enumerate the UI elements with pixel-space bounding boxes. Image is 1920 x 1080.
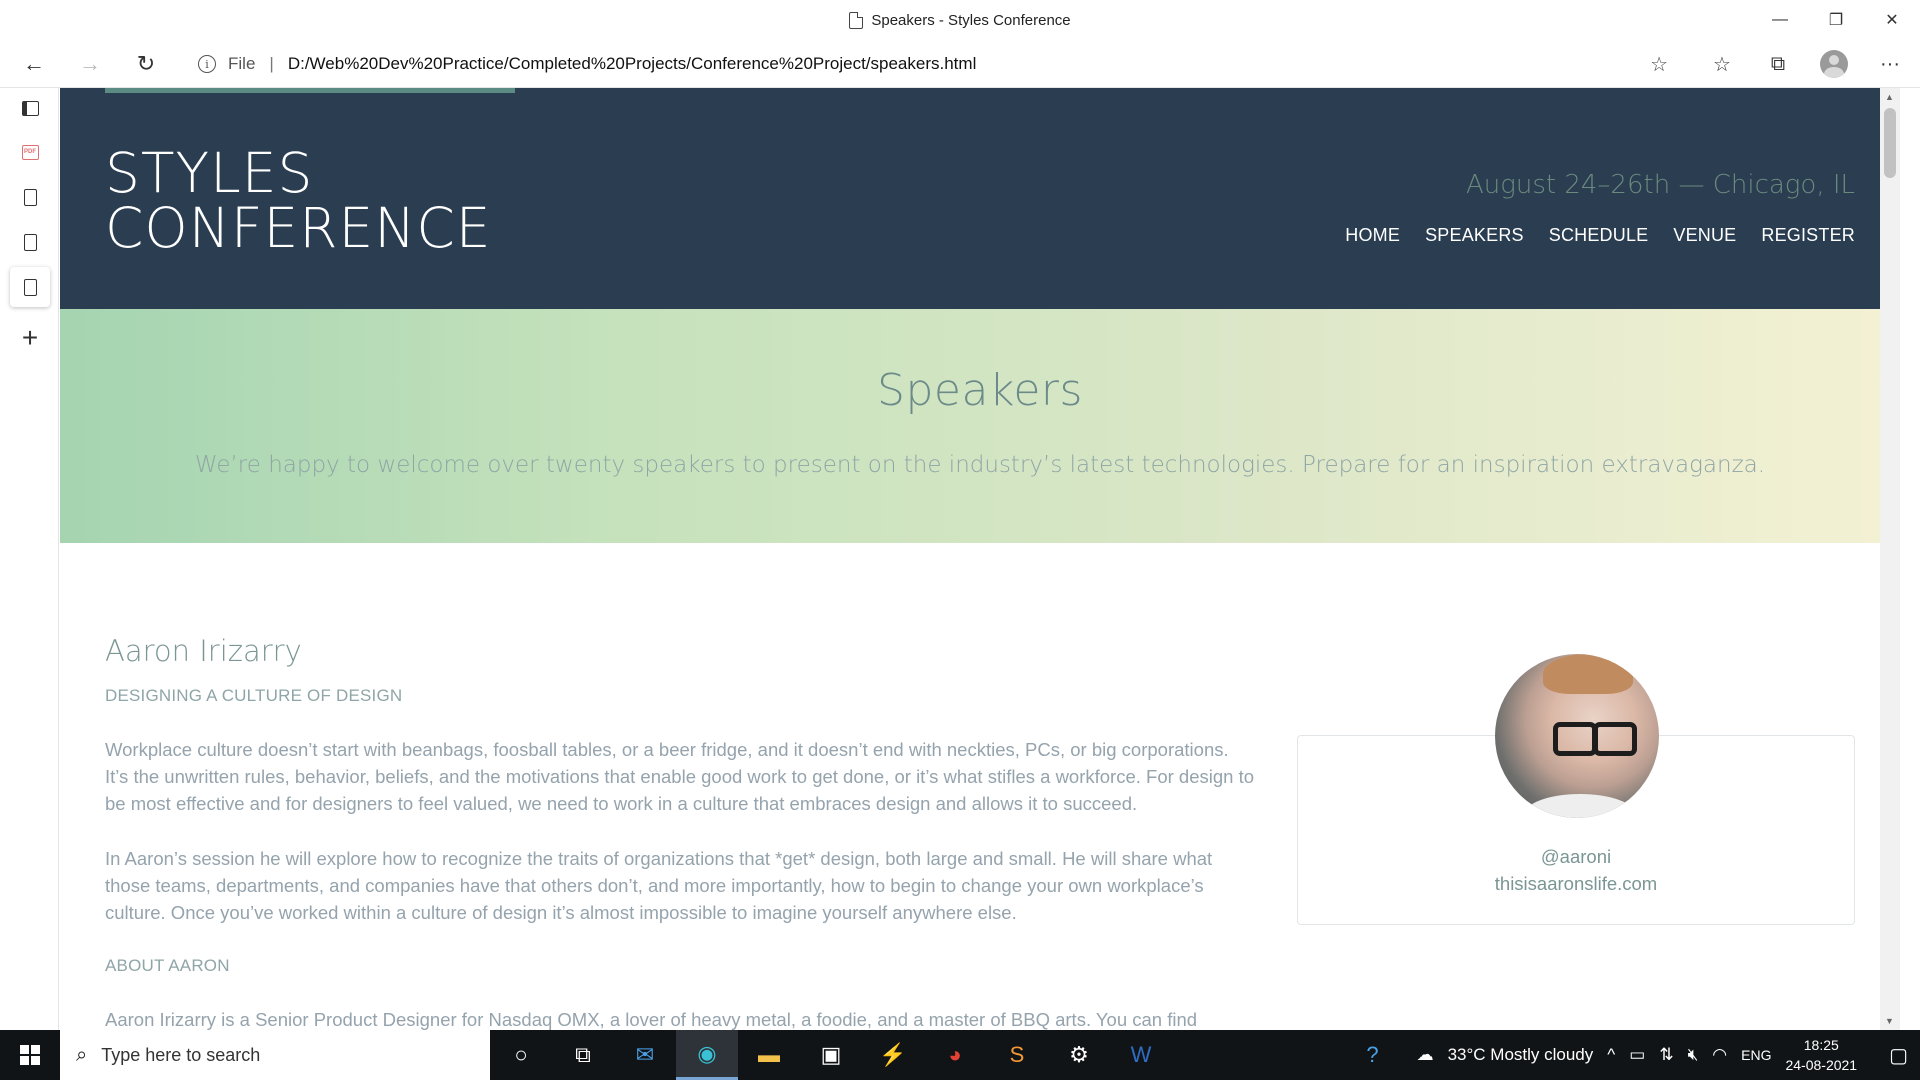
url-scheme: File [228,54,256,73]
edge-icon[interactable]: ◉ [676,1030,738,1080]
avatar-icon [1820,50,1848,78]
speaker-website-link[interactable]: thisisaaronslife.com [1297,873,1855,895]
plus-icon: + [21,322,39,353]
back-button[interactable]: ← [12,44,56,84]
page-icon [23,233,37,251]
page-icon [23,278,37,296]
talk-title: DESIGNING A CULTURE OF DESIGN [105,686,403,705]
tab-page-2[interactable] [10,222,50,262]
weather-icon: ☁ [1416,1045,1434,1064]
clock-date: 24-08-2021 [1785,1057,1858,1073]
forward-button[interactable]: → [68,44,112,84]
talk-description-1: Workplace culture doesn’t start with bea… [105,739,1255,814]
taskbar-search[interactable]: ⌕ Type here to search [60,1030,490,1080]
window-controls: — ❐ ✕ [1752,0,1920,40]
logo-line-2: CONFERENCE [105,196,492,260]
hero-section: Speakers We’re happy to welcome over twe… [60,309,1900,543]
speaker-photo [1495,654,1659,818]
page-icon [23,188,37,206]
search-icon: ⌕ [76,1043,88,1066]
pdf-icon: PDF [21,144,39,160]
settings-icon[interactable]: ⚙ [1048,1030,1110,1080]
chrome-icon[interactable]: ◕ [924,1030,986,1080]
toolbar-right: ☆ ⧉ ··· [1702,44,1910,84]
collections-icon[interactable]: ⧉ [1758,44,1798,84]
nav-speakers[interactable]: SPEAKERS [1425,225,1524,246]
tab-actions-button[interactable] [10,88,50,128]
volume-icon[interactable]: 🔇︎ [1688,1045,1699,1065]
tabs-panel-icon [21,100,39,116]
mail-icon[interactable]: ✉ [614,1030,676,1080]
minimize-button[interactable]: — [1752,0,1808,40]
primary-nav: HOME SPEAKERS SCHEDULE VENUE REGISTER [1345,225,1855,246]
profile-button[interactable] [1814,44,1854,84]
nav-home[interactable]: HOME [1345,225,1400,246]
tab-pdf[interactable]: PDF [10,132,50,172]
tab-page-active[interactable] [10,267,50,307]
url-separator: | [269,54,274,73]
vertical-scrollbar[interactable]: ▲ ▼ [1880,88,1900,1030]
task-view-icon[interactable]: ⧉ [552,1030,614,1080]
page-icon [849,11,864,29]
windows-taskbar: ⌕ Type here to search ○ ⧉ ✉ ◉ ▬ ▣ ⚡ ◕ S … [0,1030,1920,1080]
scroll-up-arrow-icon[interactable]: ▲ [1885,92,1894,102]
web-content: STYLES CONFERENCE August 24–26th — Chica… [60,88,1900,1030]
scrollbar-thumb[interactable] [1884,108,1896,178]
file-explorer-icon[interactable]: ▬ [738,1030,800,1080]
restore-button[interactable]: ❐ [1808,0,1864,40]
language-indicator[interactable]: ENG [1741,1047,1771,1063]
window-title-text: Speakers - Styles Conference [871,11,1071,29]
page-title: Speakers [877,365,1083,416]
clock[interactable]: 18:25 24-08-2021 [1785,1035,1857,1075]
reload-button[interactable]: ↻ [124,44,168,84]
close-button[interactable]: ✕ [1864,0,1920,40]
sublime-text-icon[interactable]: S [986,1030,1048,1080]
scroll-down-arrow-icon[interactable]: ▼ [1885,1016,1894,1026]
window-titlebar: Speakers - Styles Conference — ❐ ✕ [0,0,1920,40]
search-placeholder: Type here to search [101,1044,261,1065]
vertical-tabs-sidebar: PDF + [0,88,59,1030]
help-icon[interactable]: ? [1366,1042,1378,1068]
favorites-icon[interactable]: ☆ [1702,44,1742,84]
nav-schedule[interactable]: SCHEDULE [1549,225,1649,246]
notifications-icon[interactable]: ▢ [1889,1043,1908,1068]
logo-line-1: STYLES [105,141,314,205]
speaker-name: Aaron Irizarry [105,634,302,668]
browser-toolbar: ← → ↻ i File | D:/Web%20Dev%20Practice/C… [0,40,1920,88]
chevron-up-icon[interactable]: ^ [1607,1045,1615,1065]
site-header: STYLES CONFERENCE August 24–26th — Chica… [60,88,1900,309]
add-favorite-icon[interactable]: ☆ [1650,52,1668,77]
hero-subtitle: We’re happy to welcome over twenty speak… [194,452,1766,478]
store-icon[interactable]: ▣ [800,1030,862,1080]
nav-venue[interactable]: VENUE [1673,225,1736,246]
start-button[interactable] [0,1030,60,1080]
address-bar[interactable]: i File | D:/Web%20Dev%20Practice/Complet… [180,45,1680,83]
window-title: Speakers - Styles Conference [849,11,1071,29]
system-tray: ? ☁ 33°C Mostly cloudy ^ ▭ ⇅ 🔇︎ ◠ ENG 18… [1366,1030,1920,1080]
vscode-icon[interactable]: ⚡ [862,1030,924,1080]
site-logo[interactable]: STYLES CONFERENCE [105,146,492,256]
event-dates: August 24–26th — Chicago, IL [1466,170,1855,200]
word-icon[interactable]: W [1110,1030,1172,1080]
about-heading: ABOUT AARON [105,956,230,975]
new-tab-button[interactable]: + [10,318,50,358]
cortana-icon[interactable]: ○ [490,1030,552,1080]
about-text: Aaron Irizarry is a Senior Product Desig… [105,1009,1198,1030]
clock-time: 18:25 [1803,1037,1839,1053]
tab-page-1[interactable] [10,177,50,217]
nav-register[interactable]: REGISTER [1761,225,1855,246]
talk-description-2: In Aaron’s session he will explore how t… [105,848,1213,923]
logo-accent-bar [105,88,515,93]
info-icon[interactable]: i [198,55,216,73]
wifi-icon[interactable]: ◠ [1712,1045,1727,1065]
weather-text[interactable]: 33°C Mostly cloudy [1448,1045,1594,1065]
url-text[interactable]: D:/Web%20Dev%20Practice/Completed%20Proj… [288,54,977,74]
windows-logo-icon [20,1045,40,1065]
settings-menu-button[interactable]: ··· [1870,44,1910,84]
speaker-twitter-link[interactable]: @aaroni [1297,846,1855,868]
network-icon[interactable]: ⇅ [1659,1045,1673,1065]
battery-icon[interactable]: ▭ [1629,1045,1645,1065]
